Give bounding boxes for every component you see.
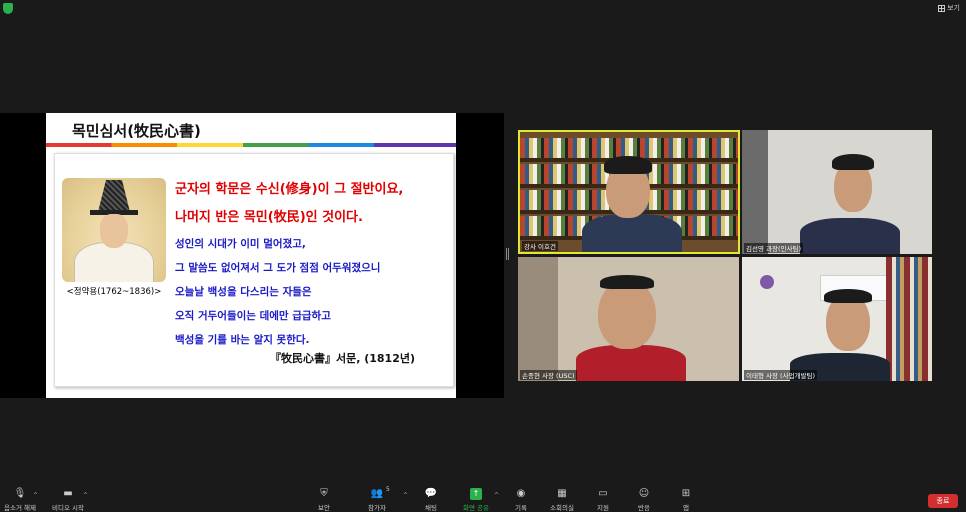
video-button[interactable]: ▬ 비디오 시작: [52, 484, 84, 512]
share-screen-label: 화면 공유: [463, 504, 489, 512]
share-screen-icon: ↑: [470, 488, 482, 500]
apps-label: 앱: [683, 504, 689, 512]
shared-screen: 목민심서(牧民心書) <정약용(1762~1836)> 군자의 학문은 수신(修…: [0, 113, 504, 398]
security-shield-icon[interactable]: [3, 3, 13, 14]
quote-blue-line: 성인의 시대가 이미 멀어졌고,: [175, 238, 306, 250]
quote-source: 『牧民心書』서문, (1812년): [269, 352, 415, 365]
split-resize-handle[interactable]: [506, 248, 509, 260]
curtain: [518, 257, 558, 381]
slide-title: 목민심서(牧民心書): [72, 122, 201, 140]
portrait-face: [100, 214, 128, 248]
portrait-hat: [98, 180, 130, 212]
reactions-label: 반응: [638, 504, 650, 512]
participants-count: 5: [386, 486, 390, 493]
people-icon: 👥: [370, 488, 384, 499]
support-icon: ▭: [598, 488, 608, 499]
quote-blue-line: 백성을 기를 바는 알지 못한다.: [175, 334, 310, 346]
view-button[interactable]: 보기: [938, 3, 960, 13]
participant-hair: [824, 289, 872, 303]
quote-blue-line: 오늘날 백성을 다스리는 자들은: [175, 286, 312, 298]
top-bar: 보기: [0, 0, 966, 18]
participant-hair: [600, 275, 654, 289]
bookshelf: [886, 257, 932, 381]
participant-hair: [832, 154, 874, 170]
participant-name: 이태형 사장 (사업개발팀): [744, 370, 818, 380]
wall-decoration: [760, 275, 774, 289]
apps-icon: ⊞: [681, 488, 691, 499]
support-label: 지원: [597, 504, 609, 512]
end-meeting-button[interactable]: 종료: [928, 494, 958, 508]
presentation-slide: 목민심서(牧民心書) <정약용(1762~1836)> 군자의 학문은 수신(修…: [46, 113, 456, 398]
chat-icon: 💬: [424, 488, 438, 499]
view-label: 보기: [947, 4, 960, 12]
video-label: 비디오 시작: [52, 504, 84, 512]
participant-body: [582, 214, 682, 252]
security-label: 보안: [318, 504, 330, 512]
quote-blue-line: 그 말씀도 없어져서 그 도가 점점 어두워졌으니: [175, 262, 381, 274]
mute-button[interactable]: 🎙 음소거 해제: [4, 484, 36, 512]
participant-name: 손종현 사장 (USC): [520, 370, 577, 380]
rainbow-divider: [46, 143, 456, 147]
reactions-button[interactable]: ☺ 반응: [638, 484, 650, 512]
quote-red-line: 나머지 반은 목민(牧民)인 것이다.: [175, 210, 363, 225]
participant-body: [576, 345, 686, 381]
video-tile[interactable]: 손종현 사장 (USC): [518, 257, 739, 381]
meeting-toolbar: 🎙 음소거 해제 ^ ▬ 비디오 시작 ^ ⛨ 보안 👥 참가자 5 ^ 💬 채…: [0, 484, 966, 512]
video-tile[interactable]: 김선영 과장(인사팀): [742, 130, 932, 254]
video-options-caret-icon[interactable]: ^: [83, 492, 88, 499]
participants-button[interactable]: 👥 참가자: [368, 484, 386, 512]
participant-name: 강사 이호건: [522, 241, 558, 251]
video-off-icon: ▬: [63, 488, 73, 499]
participants-label: 참가자: [368, 504, 386, 512]
record-label: 기록: [515, 504, 527, 512]
share-options-caret-icon[interactable]: ^: [494, 492, 499, 499]
portrait-caption: <정약용(1762~1836)>: [66, 287, 162, 297]
chat-label: 채팅: [425, 504, 437, 512]
quote-card: <정약용(1762~1836)> 군자의 학문은 수신(修身)이 그 절반이요,…: [54, 153, 454, 387]
breakout-rooms-button[interactable]: ▦ 소회의실: [550, 484, 574, 512]
portrait-robe: [74, 242, 154, 282]
video-tile[interactable]: 이태형 사장 (사업개발팀): [742, 257, 932, 381]
audio-options-caret-icon[interactable]: ^: [33, 492, 38, 499]
share-screen-button[interactable]: ↑ 화면 공유: [463, 484, 489, 512]
quote-blue-line: 오직 거두어들이는 데에만 급급하고: [175, 310, 331, 322]
portrait-image: [62, 178, 166, 282]
bookshelf-row: [520, 138, 738, 158]
quote-text: 군자의 학문은 수신(修身)이 그 절반이요, 나머지 반은 목민(牧民)인 것…: [175, 176, 450, 352]
breakout-rooms-icon: ▦: [557, 488, 567, 499]
record-icon: ◉: [516, 488, 526, 499]
grid-view-icon: [938, 4, 946, 12]
apps-button[interactable]: ⊞ 앱: [680, 484, 692, 512]
participant-body: [800, 218, 900, 254]
microphone-muted-icon: 🎙: [13, 488, 27, 499]
participant-face: [598, 279, 656, 349]
door-frame: [742, 130, 768, 254]
breakout-rooms-label: 소회의실: [550, 504, 574, 512]
smile-icon: ☺: [638, 488, 650, 499]
security-button[interactable]: ⛨ 보안: [318, 484, 330, 512]
mute-label: 음소거 해제: [4, 504, 36, 512]
video-tile[interactable]: 강사 이호건: [518, 130, 740, 254]
quote-red-line: 군자의 학문은 수신(修身)이 그 절반이요,: [175, 182, 404, 197]
participant-hair: [604, 156, 652, 174]
shield-icon: ⛨: [320, 488, 328, 499]
participants-options-caret-icon[interactable]: ^: [403, 492, 408, 499]
chat-button[interactable]: 💬 채팅: [425, 484, 437, 512]
participant-name: 김선영 과장(인사팀): [744, 243, 803, 253]
record-button[interactable]: ◉ 기록: [515, 484, 527, 512]
support-button[interactable]: ▭ 지원: [597, 484, 609, 512]
